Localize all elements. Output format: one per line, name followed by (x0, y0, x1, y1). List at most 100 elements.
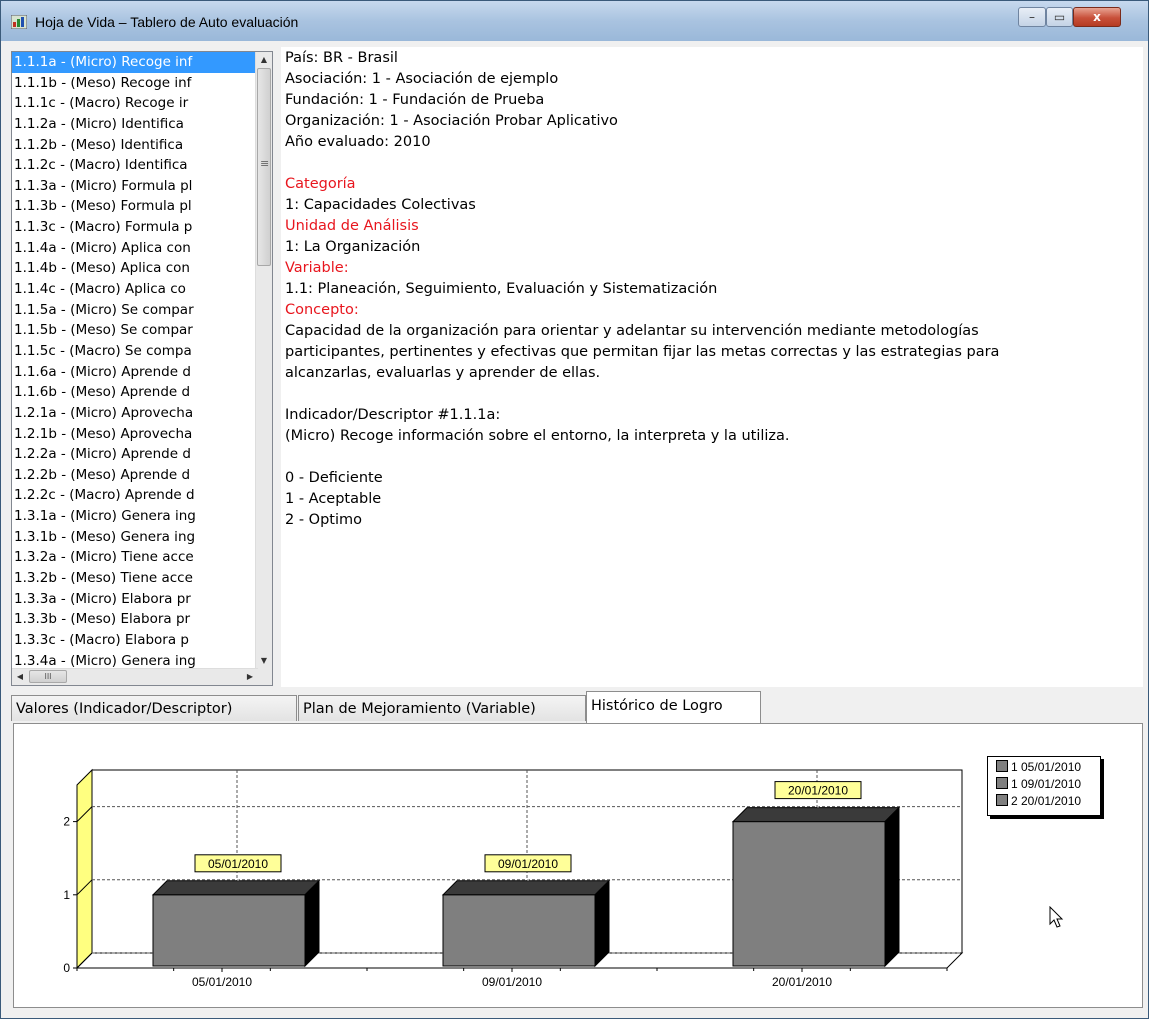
categoria-value: 1: Capacidades Colectivas (285, 197, 476, 213)
minimize-button[interactable]: – (1018, 7, 1046, 27)
data-label: 05/01/2010 (208, 857, 268, 871)
scroll-up-icon[interactable]: ▲ (256, 52, 272, 68)
vertical-scrollbar[interactable]: ▲ ≡ ▼ (255, 52, 272, 669)
escala-item: 0 - Deficiente (285, 470, 383, 486)
bar (732, 821, 886, 967)
indicator-list-item[interactable]: 1.3.3b - (Meso) Elabora pr (12, 609, 258, 630)
indicator-list-item[interactable]: 1.1.2a - (Micro) Identifica (12, 114, 258, 135)
tab-plan-mejoramiento[interactable]: Plan de Mejoramiento (Variable) (298, 695, 586, 721)
window-title: Hoja de Vida – Tablero de Auto evaluació… (35, 14, 299, 30)
bar (152, 894, 306, 967)
x-tick-label: 05/01/2010 (192, 975, 252, 989)
indicator-list-item[interactable]: 1.1.6a - (Micro) Aprende d (12, 362, 258, 383)
mouse-cursor-icon (1049, 906, 1064, 928)
asociacion-text: Asociación: 1 - Asociación de ejemplo (285, 71, 559, 87)
close-button[interactable]: x (1073, 7, 1121, 27)
indicator-list-item[interactable]: 1.1.1a - (Micro) Recoge inf (12, 52, 258, 73)
scroll-down-icon[interactable]: ▼ (256, 653, 272, 669)
organizacion-text: Organización: 1 - Asociación Probar Apli… (285, 113, 618, 129)
data-label: 09/01/2010 (498, 857, 558, 871)
legend-label: 1 05/01/2010 (1011, 760, 1082, 774)
concepto-line-2: participantes, pertinentes y efectivas q… (285, 344, 1000, 360)
indicator-list-item[interactable]: 1.1.2c - (Macro) Identifica (12, 155, 258, 176)
indicator-list-item[interactable]: 1.2.1a - (Micro) Aprovecha (12, 403, 258, 424)
bar-top (731, 807, 901, 823)
legend-label: 2 20/01/2010 (1011, 794, 1082, 808)
legend-swatch (996, 777, 1008, 789)
concepto-line-3: alcanzarlas, evaluarlas y aprender de el… (285, 365, 601, 381)
concepto-label: Concepto: (285, 302, 359, 318)
legend-label: 1 09/01/2010 (1011, 777, 1082, 791)
indicator-list-item[interactable]: 1.3.1b - (Meso) Genera ing (12, 527, 258, 548)
main-window: Hoja de Vida – Tablero de Auto evaluació… (0, 0, 1149, 1019)
chart-left-wall (76, 768, 93, 970)
variable-value: 1.1: Planeación, Seguimiento, Evaluación… (285, 281, 718, 297)
y-tick-label: 1 (63, 888, 70, 902)
x-tick-label: 20/01/2010 (772, 975, 832, 989)
anio-text: Año evaluado: 2010 (285, 134, 431, 150)
pais-text: País: BR - Brasil (285, 50, 398, 66)
escala-item: 2 - Optimo (285, 512, 363, 528)
scroll-left-icon[interactable]: ◀ (12, 669, 28, 685)
scroll-corner (256, 669, 272, 685)
tab-valores[interactable]: Valores (Indicador/Descriptor) (11, 695, 297, 721)
horizontal-scrollbar[interactable]: ◀ III ▶ (12, 668, 258, 685)
legend-item: 1 09/01/2010 (996, 776, 1081, 792)
indicator-list-item[interactable]: 1.1.3b - (Meso) Formula pl (12, 196, 258, 217)
bar-top (151, 880, 321, 896)
indicator-list-item[interactable]: 1.1.1c - (Macro) Recoge ir (12, 93, 258, 114)
maximize-button[interactable]: ▭ (1046, 7, 1073, 27)
bar-side (884, 806, 900, 968)
indicator-list-item[interactable]: 1.1.4c - (Macro) Aplica co (12, 279, 258, 300)
grip-icon: ≡ (260, 157, 270, 170)
indicator-list-item[interactable]: 1.3.1a - (Micro) Genera ing (12, 506, 258, 527)
indicator-list-item[interactable]: 1.1.3a - (Micro) Formula pl (12, 176, 258, 197)
indicator-list-item[interactable]: 1.3.2b - (Meso) Tiene acce (12, 568, 258, 589)
variable-label: Variable: (285, 260, 349, 276)
bar-side (304, 879, 320, 968)
indicator-list-item[interactable]: 1.2.2a - (Micro) Aprende d (12, 444, 258, 465)
tab-historico-logro[interactable]: Histórico de Logro (586, 691, 761, 723)
indicator-list-item[interactable]: 1.1.4b - (Meso) Aplica con (12, 258, 258, 279)
unidad-label: Unidad de Análisis (285, 218, 419, 234)
categoria-label: Categoría (285, 176, 356, 192)
bar (442, 894, 596, 967)
legend-item: 2 20/01/2010 (996, 793, 1081, 809)
indicator-list: 1.1.1a - (Micro) Recoge inf 1.1.1b - (Mes… (12, 52, 258, 671)
indicator-list-item[interactable]: 1.1.3c - (Macro) Formula p (12, 217, 258, 238)
legend-swatch (996, 760, 1008, 772)
indicator-list-item[interactable]: 1.2.2b - (Meso) Aprende d (12, 465, 258, 486)
indicator-list-item[interactable]: 1.1.2b - (Meso) Identifica (12, 135, 258, 156)
indicator-list-item[interactable]: 1.2.1b - (Meso) Aprovecha (12, 424, 258, 445)
detail-panel: País: BR - Brasil Asociación: 1 - Asocia… (281, 47, 1143, 687)
indicador-label: Indicador/Descriptor #1.1.1a: (285, 407, 501, 423)
fundacion-text: Fundación: 1 - Fundación de Prueba (285, 92, 545, 108)
close-icon: x (1093, 10, 1101, 24)
indicator-list-item[interactable]: 1.1.6b - (Meso) Aprende d (12, 382, 258, 403)
indicator-listbox[interactable]: 1.1.1a - (Micro) Recoge inf 1.1.1b - (Mes… (11, 51, 273, 686)
y-tick-label: 2 (63, 815, 70, 829)
indicator-list-item[interactable]: 1.3.3c - (Macro) Elabora p (12, 630, 258, 651)
indicator-list-item[interactable]: 1.3.3a - (Micro) Elabora pr (12, 589, 258, 610)
concepto-line-1: Capacidad de la organización para orient… (285, 323, 979, 339)
maximize-icon: ▭ (1053, 10, 1066, 24)
horizontal-scroll-thumb[interactable]: III (29, 670, 67, 683)
y-tick-label: 0 (63, 961, 70, 975)
indicator-list-item[interactable]: 1.1.5a - (Micro) Se compar (12, 300, 258, 321)
indicator-list-item[interactable]: 1.1.4a - (Micro) Aplica con (12, 238, 258, 259)
indicator-list-item[interactable]: 1.2.2c - (Macro) Aprende d (12, 485, 258, 506)
legend-swatch (996, 794, 1008, 806)
title-bar[interactable]: Hoja de Vida – Tablero de Auto evaluació… (1, 1, 1148, 41)
legend-item: 1 05/01/2010 (996, 759, 1081, 775)
minimize-icon: – (1029, 10, 1035, 24)
indicator-list-item[interactable]: 1.1.5b - (Meso) Se compar (12, 320, 258, 341)
vertical-scroll-thumb[interactable]: ≡ (257, 68, 271, 266)
indicator-list-item[interactable]: 1.1.5c - (Macro) Se compa (12, 341, 258, 362)
indicator-list-item[interactable]: 1.3.2a - (Micro) Tiene acce (12, 547, 258, 568)
unidad-value: 1: La Organización (285, 239, 421, 255)
escala-item: 1 - Aceptable (285, 491, 382, 507)
bar-side (594, 879, 610, 968)
data-label: 20/01/2010 (788, 784, 848, 798)
indicator-list-item[interactable]: 1.1.1b - (Meso) Recoge inf (12, 73, 258, 94)
bar-top (441, 880, 611, 896)
